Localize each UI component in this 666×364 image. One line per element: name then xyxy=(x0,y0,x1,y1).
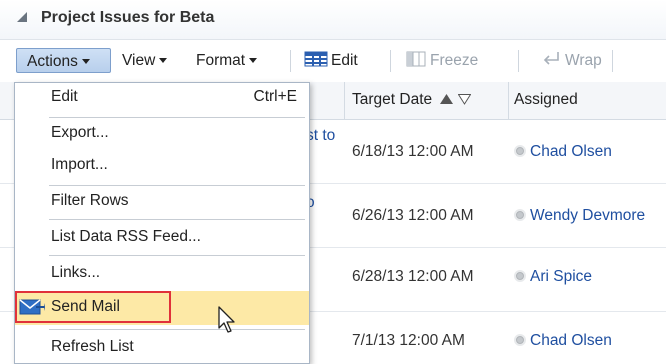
chevron-down-icon xyxy=(159,58,168,64)
actions-dropdown-menu: Edit Ctrl+E Export... Import... Filter R… xyxy=(14,82,310,364)
target-date-cell: 6/18/13 12:00 AM xyxy=(352,143,474,160)
actions-menu-button[interactable]: Actions xyxy=(16,48,111,73)
target-date-cell: 6/26/13 12:00 AM xyxy=(352,207,474,224)
sort-descending-icon[interactable] xyxy=(457,94,472,105)
target-date-cell: 6/28/13 12:00 AM xyxy=(352,268,474,285)
target-date-cell: 7/1/13 12:00 AM xyxy=(352,332,465,349)
assigned-cell[interactable]: Wendy Devmore xyxy=(514,207,645,225)
menu-separator xyxy=(49,185,305,186)
column-header-assigned[interactable]: Assigned xyxy=(514,91,578,109)
menu-item-import[interactable]: Import... xyxy=(15,151,309,181)
column-header-target-date[interactable]: Target Date xyxy=(352,91,472,109)
toolbar-divider xyxy=(612,50,613,72)
menu-item-label: Refresh List xyxy=(51,338,134,355)
freeze-button[interactable]: Freeze xyxy=(405,48,478,73)
chevron-down-icon xyxy=(249,58,258,64)
assigned-name[interactable]: Wendy Devmore xyxy=(530,207,645,224)
menu-item-rss-feed[interactable]: List Data RSS Feed... xyxy=(15,223,309,253)
menu-item-links[interactable]: Links... xyxy=(15,259,309,289)
toolbar-divider xyxy=(390,50,391,72)
status-dot-icon xyxy=(514,270,526,282)
edit-label: Edit xyxy=(331,52,358,69)
menu-separator xyxy=(49,255,305,256)
assigned-cell[interactable]: Chad Olsen xyxy=(514,143,612,161)
status-dot-icon xyxy=(514,209,526,221)
wrap-button[interactable]: Wrap xyxy=(540,48,602,73)
edit-button[interactable]: Edit xyxy=(304,48,358,73)
toolbar-divider xyxy=(518,50,519,72)
format-label: Format xyxy=(196,52,246,69)
menu-item-shortcut: Ctrl+E xyxy=(253,88,298,105)
menu-item-label: Export... xyxy=(51,124,109,141)
menu-item-label: Import... xyxy=(51,156,108,173)
truncated-cell-text: st to xyxy=(306,127,336,144)
menu-separator xyxy=(49,117,305,118)
assigned-name[interactable]: Chad Olsen xyxy=(530,143,612,160)
app-root: Project Issues for Beta Actions View For… xyxy=(0,0,666,364)
freeze-label: Freeze xyxy=(430,52,479,69)
menu-item-refresh-list[interactable]: Refresh List xyxy=(15,333,309,363)
menu-item-label: Links... xyxy=(51,264,101,281)
actions-label: Actions xyxy=(27,53,78,70)
toolbar: Actions View Format Edit Freeze Wrap xyxy=(0,40,666,82)
menu-item-edit[interactable]: Edit Ctrl+E xyxy=(15,83,309,113)
status-dot-icon xyxy=(514,334,526,346)
menu-item-label: List Data RSS Feed... xyxy=(51,228,201,245)
view-label: View xyxy=(122,52,156,69)
chevron-down-icon xyxy=(81,59,90,65)
sort-ascending-icon[interactable] xyxy=(440,94,454,105)
wrap-label: Wrap xyxy=(565,52,602,69)
menu-separator xyxy=(49,219,305,220)
menu-item-export[interactable]: Export... xyxy=(15,119,309,149)
assigned-name[interactable]: Chad Olsen xyxy=(530,332,612,349)
column-divider xyxy=(344,82,345,120)
format-menu-button[interactable]: Format xyxy=(196,48,258,73)
menu-item-filter-rows[interactable]: Filter Rows xyxy=(15,187,309,217)
assigned-name[interactable]: Ari Spice xyxy=(530,268,592,285)
assigned-cell[interactable]: Chad Olsen xyxy=(514,332,612,350)
assigned-cell[interactable]: Ari Spice xyxy=(514,268,592,286)
menu-item-label: Edit xyxy=(51,88,78,105)
menu-item-send-mail[interactable]: Send Mail xyxy=(15,291,309,325)
menu-item-label: Filter Rows xyxy=(51,192,129,209)
table-edit-icon xyxy=(304,51,328,67)
menu-separator xyxy=(49,329,305,330)
mail-icon xyxy=(19,299,45,315)
menu-item-label: Send Mail xyxy=(51,298,120,315)
toolbar-divider xyxy=(290,50,291,72)
panel-title: Project Issues for Beta xyxy=(41,9,215,26)
column-divider xyxy=(508,82,509,120)
wrap-icon xyxy=(543,52,559,65)
panel-header: Project Issues for Beta xyxy=(0,0,666,40)
target-date-label: Target Date xyxy=(352,91,433,108)
view-menu-button[interactable]: View xyxy=(122,48,168,73)
status-dot-icon xyxy=(514,145,526,157)
collapse-triangle-icon[interactable] xyxy=(16,11,28,23)
freeze-icon xyxy=(406,51,426,67)
mouse-cursor-icon xyxy=(218,306,235,333)
